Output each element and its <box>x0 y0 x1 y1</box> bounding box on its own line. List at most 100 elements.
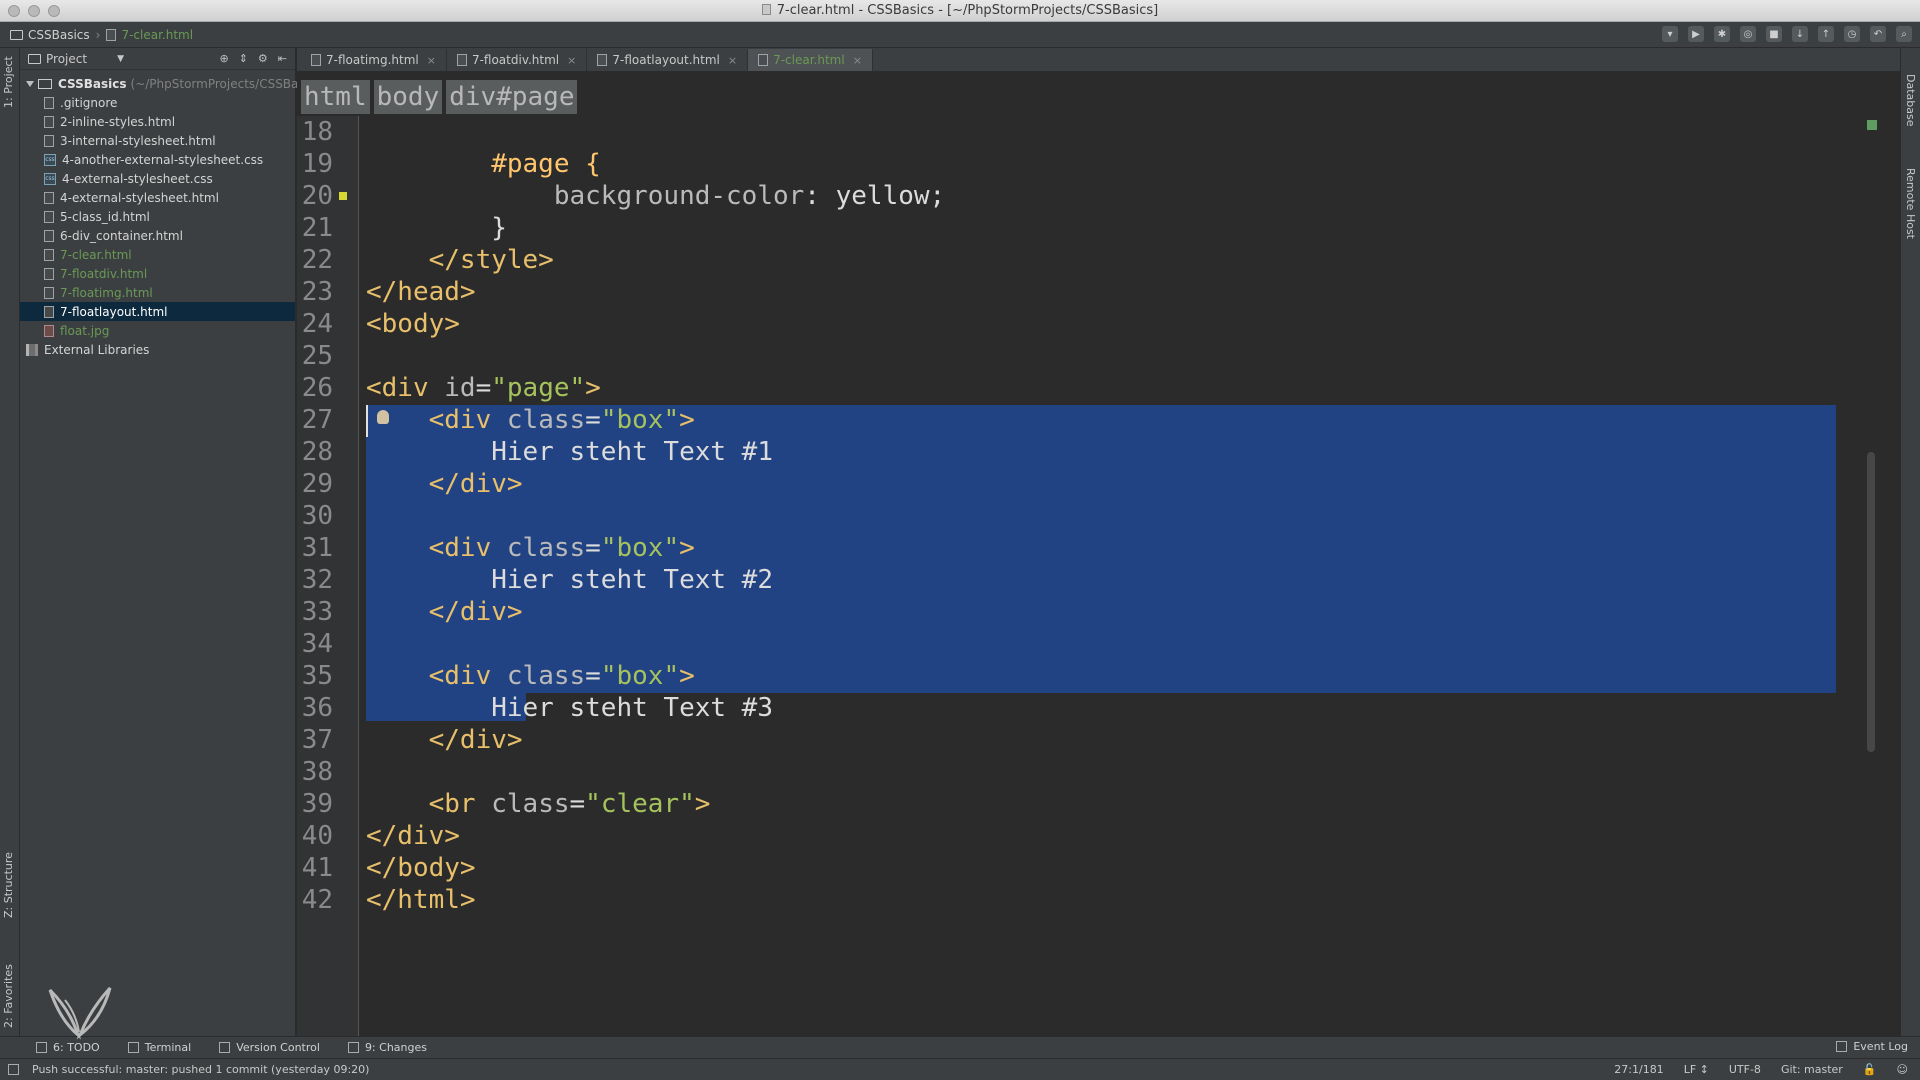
code-line[interactable]: 32 Hier steht Text #2 <box>297 564 1878 596</box>
vcs-update-icon[interactable]: ↓ <box>1792 26 1808 42</box>
code-token: > <box>585 373 601 403</box>
code-token: <div <box>366 661 507 691</box>
close-icon[interactable]: × <box>853 54 862 67</box>
code-line[interactable]: 21 } <box>297 212 1878 244</box>
code-line[interactable]: 31 <div class="box"> <box>297 532 1878 564</box>
stop-icon[interactable]: ■ <box>1766 26 1782 42</box>
code-line[interactable]: 30 <box>297 500 1878 532</box>
tree-item[interactable]: 7-floatlayout.html <box>20 302 295 321</box>
code-line[interactable]: 23 </head> <box>297 276 1878 308</box>
color-preview-icon[interactable] <box>339 192 347 200</box>
chevron-down-icon[interactable]: ▼ <box>117 54 124 64</box>
scrollbar-thumb[interactable] <box>1867 452 1875 752</box>
favorites-tool-tab[interactable]: 2: Favorites <box>2 964 15 1028</box>
editor-tab[interactable]: 7-floatlayout.html × <box>587 49 749 71</box>
tree-item[interactable]: css 4-external-stylesheet.css <box>20 169 295 188</box>
history-icon[interactable]: ◷ <box>1844 26 1860 42</box>
project-view-selector[interactable]: Project <box>46 52 87 66</box>
code-line[interactable]: 26 <div id="page"> <box>297 372 1878 404</box>
nav-crumb-file[interactable]: 7-clear.html <box>106 28 193 42</box>
code-line[interactable]: 37 </div> <box>297 724 1878 756</box>
nav-crumb-project[interactable]: CSSBasics › <box>10 28 106 42</box>
editor-breadcrumb[interactable]: div#page <box>446 80 578 114</box>
code-line[interactable]: 33 </div> <box>297 596 1878 628</box>
code-line[interactable]: 35 <div class="box"> <box>297 660 1878 692</box>
code-line[interactable]: 41 </body> <box>297 852 1878 884</box>
code-line[interactable]: 20 background-color: yellow; <box>297 180 1878 212</box>
editor-tab[interactable]: 7-floatdiv.html × <box>447 49 588 71</box>
project-tool-tab[interactable]: 1: Project <box>2 56 15 108</box>
hide-panel-icon[interactable]: ⇤ <box>278 52 287 65</box>
lock-icon[interactable]: 🔓 <box>1863 1063 1877 1076</box>
tree-item[interactable]: 7-floatimg.html <box>20 283 295 302</box>
zoom-window-button[interactable] <box>48 5 60 17</box>
tree-item[interactable]: 7-clear.html <box>20 245 295 264</box>
close-icon[interactable]: × <box>427 54 436 67</box>
minimize-window-button[interactable] <box>28 5 40 17</box>
file-encoding[interactable]: UTF-8 <box>1729 1063 1761 1076</box>
todo-tool-button[interactable]: 6: TODO <box>36 1041 100 1054</box>
tree-external-libraries[interactable]: External Libraries <box>20 340 295 359</box>
code-line[interactable]: 19 #page { <box>297 148 1878 180</box>
code-line[interactable]: 24 <body> <box>297 308 1878 340</box>
terminal-tool-button[interactable]: Terminal <box>127 1041 191 1054</box>
editor-scrollbar[interactable] <box>1864 72 1878 1036</box>
code-line[interactable]: 29 </div> <box>297 468 1878 500</box>
code-line[interactable]: 40 </div> <box>297 820 1878 852</box>
tree-item[interactable]: float.jpg <box>20 321 295 340</box>
caret-position[interactable]: 27:1/181 <box>1614 1063 1663 1076</box>
scroll-from-source-icon[interactable]: ⊕ <box>219 52 228 65</box>
code-line[interactable]: 27 <div class="box"> <box>297 404 1878 436</box>
lightbulb-icon[interactable] <box>377 410 389 424</box>
search-icon[interactable]: ⌕ <box>1896 26 1912 42</box>
tree-item[interactable]: 5-class_id.html <box>20 207 295 226</box>
editor-breadcrumb[interactable]: html <box>301 80 370 114</box>
tree-root[interactable]: CSSBasics (~/PhpStormProjects/CSSBasics) <box>20 74 326 93</box>
line-separator[interactable]: LF ↕ <box>1684 1063 1709 1076</box>
code-line[interactable]: 25 <box>297 340 1878 372</box>
git-branch[interactable]: Git: master <box>1781 1063 1843 1076</box>
changes-tool-button[interactable]: 9: Changes <box>347 1041 427 1054</box>
code-line[interactable]: 39 <br class="clear"> <box>297 788 1878 820</box>
code-editor[interactable]: html body div#page 18 19 #page {20 backgrou… <box>297 72 1878 1036</box>
run-icon[interactable]: ▶ <box>1688 26 1704 42</box>
toggle-tool-windows-icon[interactable] <box>8 1064 19 1075</box>
version-control-tool-button[interactable]: Version Control <box>219 1041 320 1054</box>
inspection-icon[interactable]: ☺ <box>1897 1063 1908 1076</box>
status-message[interactable]: Push successful: master: pushed 1 commit… <box>32 1063 369 1076</box>
code-line[interactable]: 38 <box>297 756 1878 788</box>
debug-icon[interactable]: ✱ <box>1714 26 1730 42</box>
code-line[interactable]: 22 </style> <box>297 244 1878 276</box>
close-window-button[interactable] <box>8 5 20 17</box>
version-control-icon <box>219 1042 231 1053</box>
tree-item[interactable]: 6-div_container.html <box>20 226 295 245</box>
code-line[interactable]: 42 </html> <box>297 884 1878 916</box>
line-number: 21 <box>301 213 333 243</box>
editor-breadcrumb[interactable]: body <box>373 80 443 114</box>
collapse-all-icon[interactable]: ⇕ <box>239 52 248 65</box>
code-line[interactable]: 34 <box>297 628 1878 660</box>
code-line[interactable]: 36 Hier steht Text #3 <box>297 692 1878 724</box>
database-tool-tab[interactable]: Database <box>1904 74 1917 127</box>
expand-arrow-icon[interactable] <box>26 80 34 87</box>
tree-item[interactable]: css 4-another-external-stylesheet.css <box>20 150 295 169</box>
code-line[interactable]: 28 Hier steht Text #1 <box>297 436 1878 468</box>
remote-host-tool-tab[interactable]: Remote Host <box>1904 168 1917 239</box>
tree-item[interactable]: 2-inline-styles.html <box>20 112 295 131</box>
close-icon[interactable]: × <box>728 54 737 67</box>
tree-item[interactable]: 7-floatdiv.html <box>20 264 295 283</box>
run-config-dropdown-icon[interactable]: ▾ <box>1662 26 1678 42</box>
coverage-icon[interactable]: ◎ <box>1740 26 1756 42</box>
revert-icon[interactable]: ↶ <box>1870 26 1886 42</box>
gear-icon[interactable]: ⚙ <box>258 52 268 65</box>
code-line[interactable]: 18 <box>297 116 1878 148</box>
editor-tab[interactable]: 7-clear.html × <box>748 49 873 71</box>
vcs-commit-icon[interactable]: ↑ <box>1818 26 1834 42</box>
tree-item[interactable]: 3-internal-stylesheet.html <box>20 131 295 150</box>
tree-item[interactable]: 4-external-stylesheet.html <box>20 188 295 207</box>
event-log-button[interactable]: Event Log <box>1836 1040 1908 1053</box>
structure-tool-tab[interactable]: Z: Structure <box>2 852 15 918</box>
tree-item[interactable]: .gitignore <box>20 93 295 112</box>
editor-tab[interactable]: 7-floatimg.html × <box>301 49 447 71</box>
close-icon[interactable]: × <box>567 54 576 67</box>
